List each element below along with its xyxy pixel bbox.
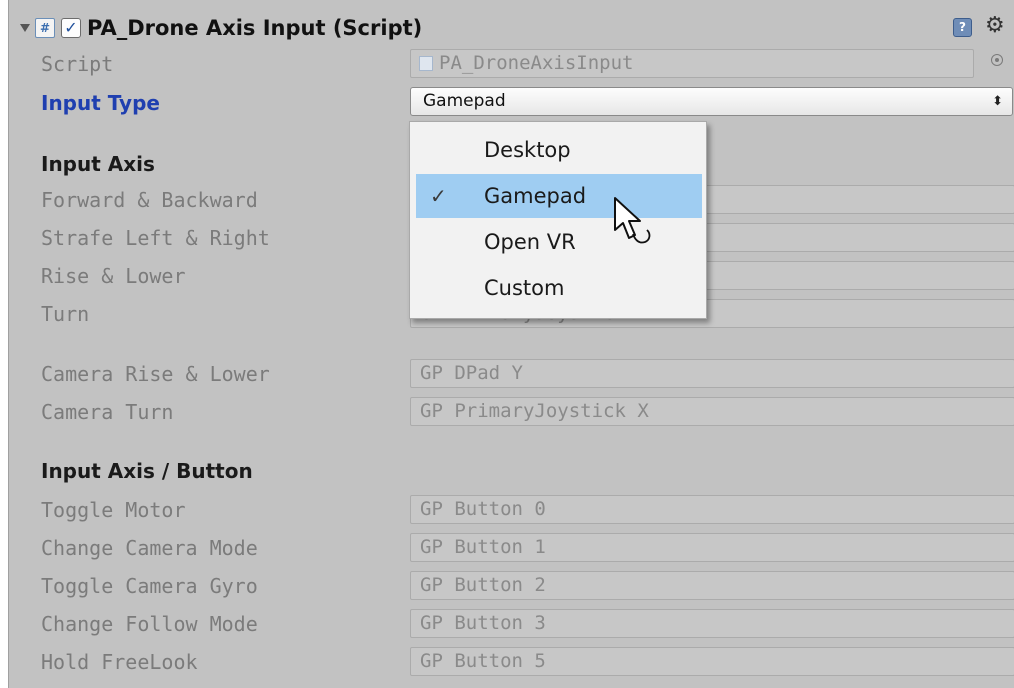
foldout-arrow-icon[interactable]	[20, 24, 30, 32]
hold-freelook-row: Hold FreeLook GP Button 5	[9, 646, 1014, 680]
toggle-camera-gyro-label: Toggle Camera Gyro	[41, 574, 258, 598]
change-camera-mode-field[interactable]: GP Button 1	[410, 533, 1014, 562]
input-axis-button-heading: Input Axis / Button	[41, 459, 253, 483]
input-type-label: Input Type	[41, 91, 160, 115]
turn-label: Turn	[41, 302, 90, 326]
input-type-row: Input Type Gamepad ⬍	[9, 87, 1014, 121]
csharp-script-icon: #	[35, 18, 55, 38]
camera-rise-lower-field[interactable]: GP DPad Y	[410, 359, 1014, 388]
change-follow-mode-row: Change Follow Mode GP Button 3	[9, 608, 1014, 642]
mouse-pointer-icon	[614, 197, 651, 244]
toggle-motor-label: Toggle Motor	[41, 498, 186, 522]
gear-icon[interactable]: ⚙	[985, 14, 1005, 38]
toggle-camera-gyro-row: Toggle Camera Gyro GP Button 2	[9, 570, 1014, 604]
menu-item-label: Gamepad	[484, 184, 587, 208]
help-book-icon[interactable]: ?	[953, 18, 972, 37]
script-file-icon	[419, 56, 433, 71]
camera-rise-lower-row: Camera Rise & Lower GP DPad Y	[9, 358, 1014, 392]
rise-lower-label: Rise & Lower	[41, 264, 186, 288]
inspector-panel: # ✓ PA_Drone Axis Input (Script) ? ⚙ Scr…	[8, 0, 1014, 688]
toggle-camera-gyro-field[interactable]: GP Button 2	[410, 571, 1014, 600]
component-header[interactable]: # ✓ PA_Drone Axis Input (Script) ? ⚙	[9, 12, 1014, 46]
toggle-motor-row: Toggle Motor GP Button 0	[9, 494, 1014, 528]
script-label: Script	[41, 52, 114, 76]
script-field-value: PA_DroneAxisInput	[439, 52, 634, 74]
change-camera-mode-row: Change Camera Mode GP Button 1	[9, 532, 1014, 566]
strafe-label: Strafe Left & Right	[41, 226, 270, 250]
change-camera-mode-label: Change Camera Mode	[41, 536, 258, 560]
component-title: PA_Drone Axis Input (Script)	[87, 16, 423, 40]
script-row: Script PA_DroneAxisInput	[9, 48, 1014, 82]
change-follow-mode-field[interactable]: GP Button 3	[410, 609, 1014, 638]
object-picker-icon[interactable]	[991, 54, 1003, 66]
menu-item-open-vr[interactable]: Open VR	[416, 220, 702, 264]
toggle-motor-field[interactable]: GP Button 0	[410, 495, 1014, 524]
change-follow-mode-label: Change Follow Mode	[41, 612, 258, 636]
menu-item-label: Open VR	[484, 230, 576, 254]
input-type-dropdown-menu: Desktop ✓ Gamepad Open VR Custom	[409, 121, 707, 319]
input-type-popup[interactable]: Gamepad ⬍	[410, 87, 1013, 116]
forward-backward-label: Forward & Backward	[41, 188, 258, 212]
camera-turn-label: Camera Turn	[41, 400, 174, 424]
component-enabled-checkbox[interactable]: ✓	[61, 18, 81, 38]
script-field[interactable]: PA_DroneAxisInput	[410, 49, 974, 78]
checkmark-icon: ✓	[430, 184, 447, 208]
menu-item-label: Custom	[484, 276, 565, 300]
camera-rise-lower-label: Camera Rise & Lower	[41, 362, 270, 386]
hold-freelook-label: Hold FreeLook	[41, 650, 198, 674]
input-axis-heading: Input Axis	[41, 152, 155, 176]
popup-arrows-icon: ⬍	[992, 94, 1003, 109]
menu-item-custom[interactable]: Custom	[416, 266, 702, 310]
menu-item-label: Desktop	[484, 138, 571, 162]
menu-item-desktop[interactable]: Desktop	[416, 128, 702, 172]
hold-freelook-field[interactable]: GP Button 5	[410, 647, 1014, 676]
camera-turn-row: Camera Turn GP PrimaryJoystick X	[9, 396, 1014, 430]
menu-item-gamepad[interactable]: ✓ Gamepad	[416, 174, 702, 218]
input-type-value: Gamepad	[423, 91, 506, 111]
camera-turn-field[interactable]: GP PrimaryJoystick X	[410, 397, 1014, 426]
